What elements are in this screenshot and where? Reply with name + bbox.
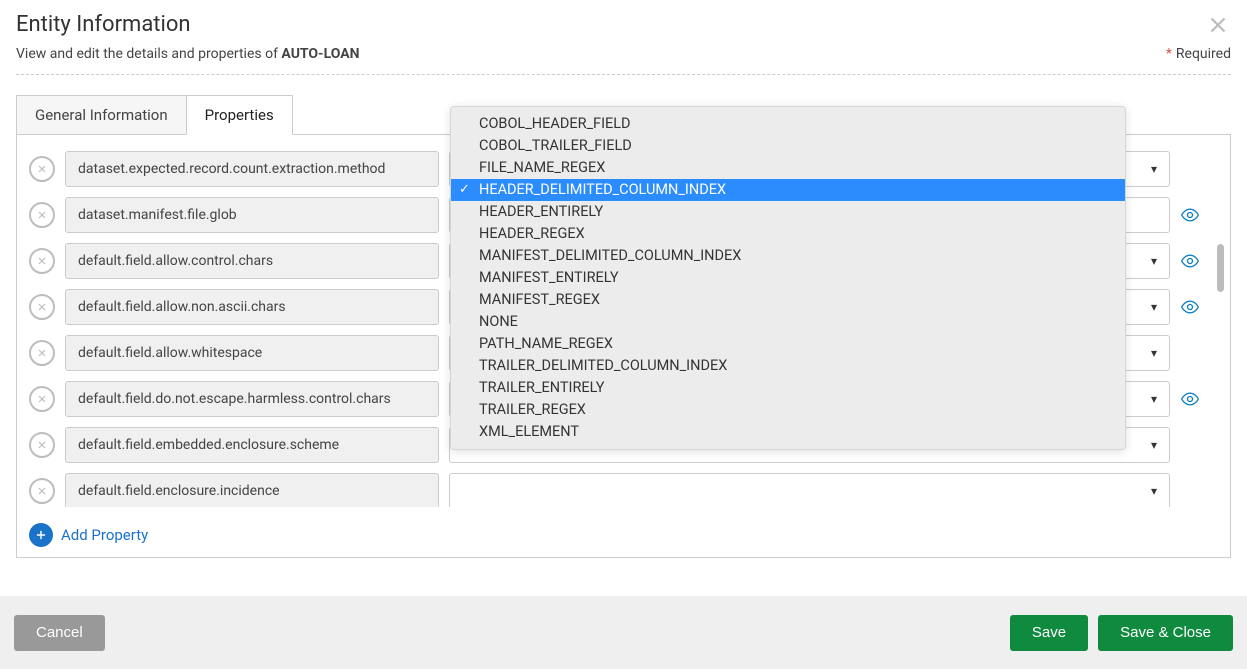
add-property-label: Add Property bbox=[61, 526, 148, 544]
cancel-button[interactable]: Cancel bbox=[14, 615, 105, 651]
divider bbox=[16, 74, 1231, 75]
entity-name: AUTO-LOAN bbox=[281, 46, 359, 62]
eye-icon[interactable] bbox=[1180, 205, 1200, 225]
delete-property-button[interactable] bbox=[29, 202, 55, 228]
scrollbar[interactable] bbox=[1217, 149, 1224, 543]
save-button[interactable]: Save bbox=[1010, 615, 1088, 651]
property-key: default.field.allow.control.chars bbox=[65, 243, 439, 279]
dropdown-option[interactable]: FILE_NAME_REGEX bbox=[451, 157, 1125, 179]
scrollbar-thumb[interactable] bbox=[1217, 244, 1224, 292]
eye-icon[interactable] bbox=[1180, 297, 1200, 317]
property-key: default.field.enclosure.incidence bbox=[65, 473, 439, 507]
close-icon[interactable] bbox=[1205, 12, 1231, 38]
dropdown-option[interactable]: MANIFEST_ENTIRELY bbox=[451, 267, 1125, 289]
dropdown-option[interactable]: NONE bbox=[451, 311, 1125, 333]
tab-properties[interactable]: Properties bbox=[186, 95, 293, 135]
dropdown-option[interactable]: XML_ELEMENT bbox=[451, 421, 1125, 443]
add-property-button[interactable]: Add Property bbox=[29, 523, 148, 547]
page-title: Entity Information bbox=[16, 12, 191, 37]
dropdown-option[interactable]: HEADER_ENTIRELY bbox=[451, 201, 1125, 223]
dropdown-option[interactable]: COBOL_HEADER_FIELD bbox=[451, 113, 1125, 135]
delete-property-button[interactable] bbox=[29, 156, 55, 182]
extraction-method-dropdown[interactable]: COBOL_HEADER_FIELDCOBOL_TRAILER_FIELDFIL… bbox=[450, 106, 1126, 450]
tab-general-information[interactable]: General Information bbox=[16, 95, 187, 135]
property-key: default.field.do.not.escape.harmless.con… bbox=[65, 381, 439, 417]
property-key: dataset.expected.record.count.extraction… bbox=[65, 151, 439, 187]
dropdown-option[interactable]: TRAILER_DELIMITED_COLUMN_INDEX bbox=[451, 355, 1125, 377]
property-key: default.field.embedded.enclosure.scheme bbox=[65, 427, 439, 463]
dropdown-option[interactable]: TRAILER_ENTIRELY bbox=[451, 377, 1125, 399]
bottom-bar: Cancel Save Save & Close bbox=[0, 596, 1247, 669]
dropdown-option[interactable]: COBOL_TRAILER_FIELD bbox=[451, 135, 1125, 157]
eye-icon[interactable] bbox=[1180, 251, 1200, 271]
plus-icon bbox=[29, 523, 53, 547]
dropdown-option[interactable]: MANIFEST_DELIMITED_COLUMN_INDEX bbox=[451, 245, 1125, 267]
dropdown-option[interactable]: PATH_NAME_REGEX bbox=[451, 333, 1125, 355]
eye-icon[interactable] bbox=[1180, 389, 1200, 409]
subtitle: View and edit the details and properties… bbox=[16, 46, 360, 62]
dropdown-option[interactable]: HEADER_DELIMITED_COLUMN_INDEX bbox=[451, 179, 1125, 201]
required-indicator: *Required bbox=[1166, 46, 1231, 62]
delete-property-button[interactable] bbox=[29, 432, 55, 458]
save-and-close-button[interactable]: Save & Close bbox=[1098, 615, 1233, 651]
delete-property-button[interactable] bbox=[29, 248, 55, 274]
delete-property-button[interactable] bbox=[29, 340, 55, 366]
dropdown-option[interactable]: TRAILER_REGEX bbox=[451, 399, 1125, 421]
dropdown-option[interactable]: MANIFEST_REGEX bbox=[451, 289, 1125, 311]
delete-property-button[interactable] bbox=[29, 478, 55, 504]
property-row: default.field.enclosure.incidence bbox=[29, 473, 1200, 507]
property-key: default.field.allow.non.ascii.chars bbox=[65, 289, 439, 325]
property-key: default.field.allow.whitespace bbox=[65, 335, 439, 371]
dropdown-option[interactable]: HEADER_REGEX bbox=[451, 223, 1125, 245]
delete-property-button[interactable] bbox=[29, 386, 55, 412]
subtitle-prefix: View and edit the details and properties… bbox=[16, 46, 281, 62]
delete-property-button[interactable] bbox=[29, 294, 55, 320]
property-key: dataset.manifest.file.glob bbox=[65, 197, 439, 233]
property-value-select[interactable] bbox=[449, 473, 1170, 507]
